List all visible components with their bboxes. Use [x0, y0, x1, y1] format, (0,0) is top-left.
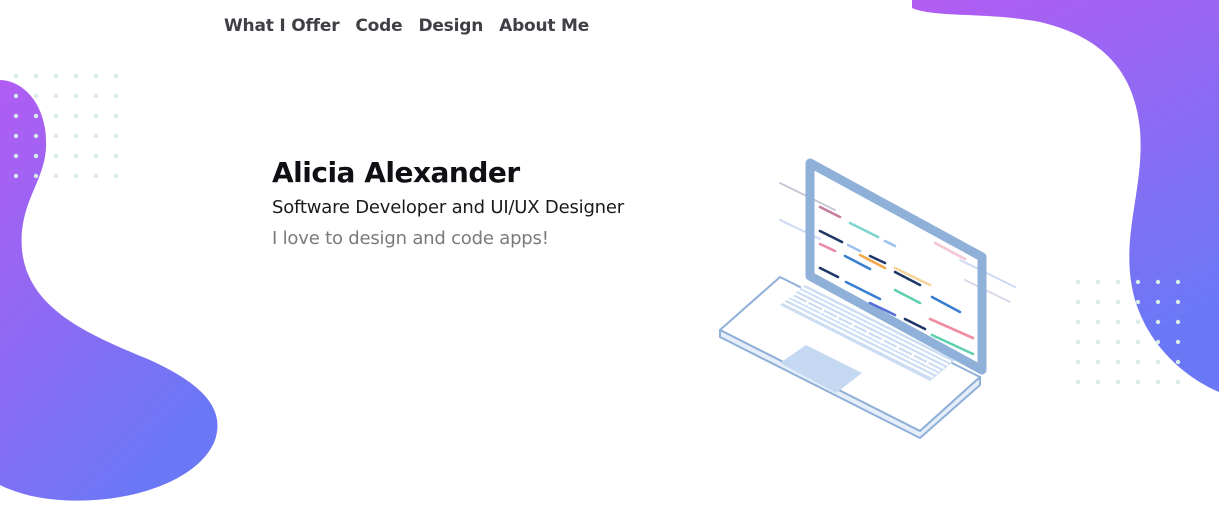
hero-role: Software Developer and UI/UX Designer [272, 197, 624, 218]
right-gradient-blob [912, 0, 1219, 392]
hero-section: Alicia Alexander Software Developer and … [272, 156, 624, 249]
nav-link-what-i-offer[interactable]: What I Offer [224, 16, 340, 36]
hero-name: Alicia Alexander [272, 156, 520, 189]
nav-link-code[interactable]: Code [355, 16, 402, 36]
hero-tagline: I love to design and code apps! [272, 228, 549, 249]
dot-grid-right [1075, 279, 1181, 385]
nav-link-design[interactable]: Design [418, 16, 483, 36]
main-nav: What I Offer Code Design About Me [224, 16, 589, 36]
nav-link-about-me[interactable]: About Me [499, 16, 589, 36]
dot-grid-left [13, 73, 119, 179]
page: What I Offer Code Design About Me Alicia… [0, 0, 1219, 510]
laptop-illustration [719, 158, 1016, 439]
